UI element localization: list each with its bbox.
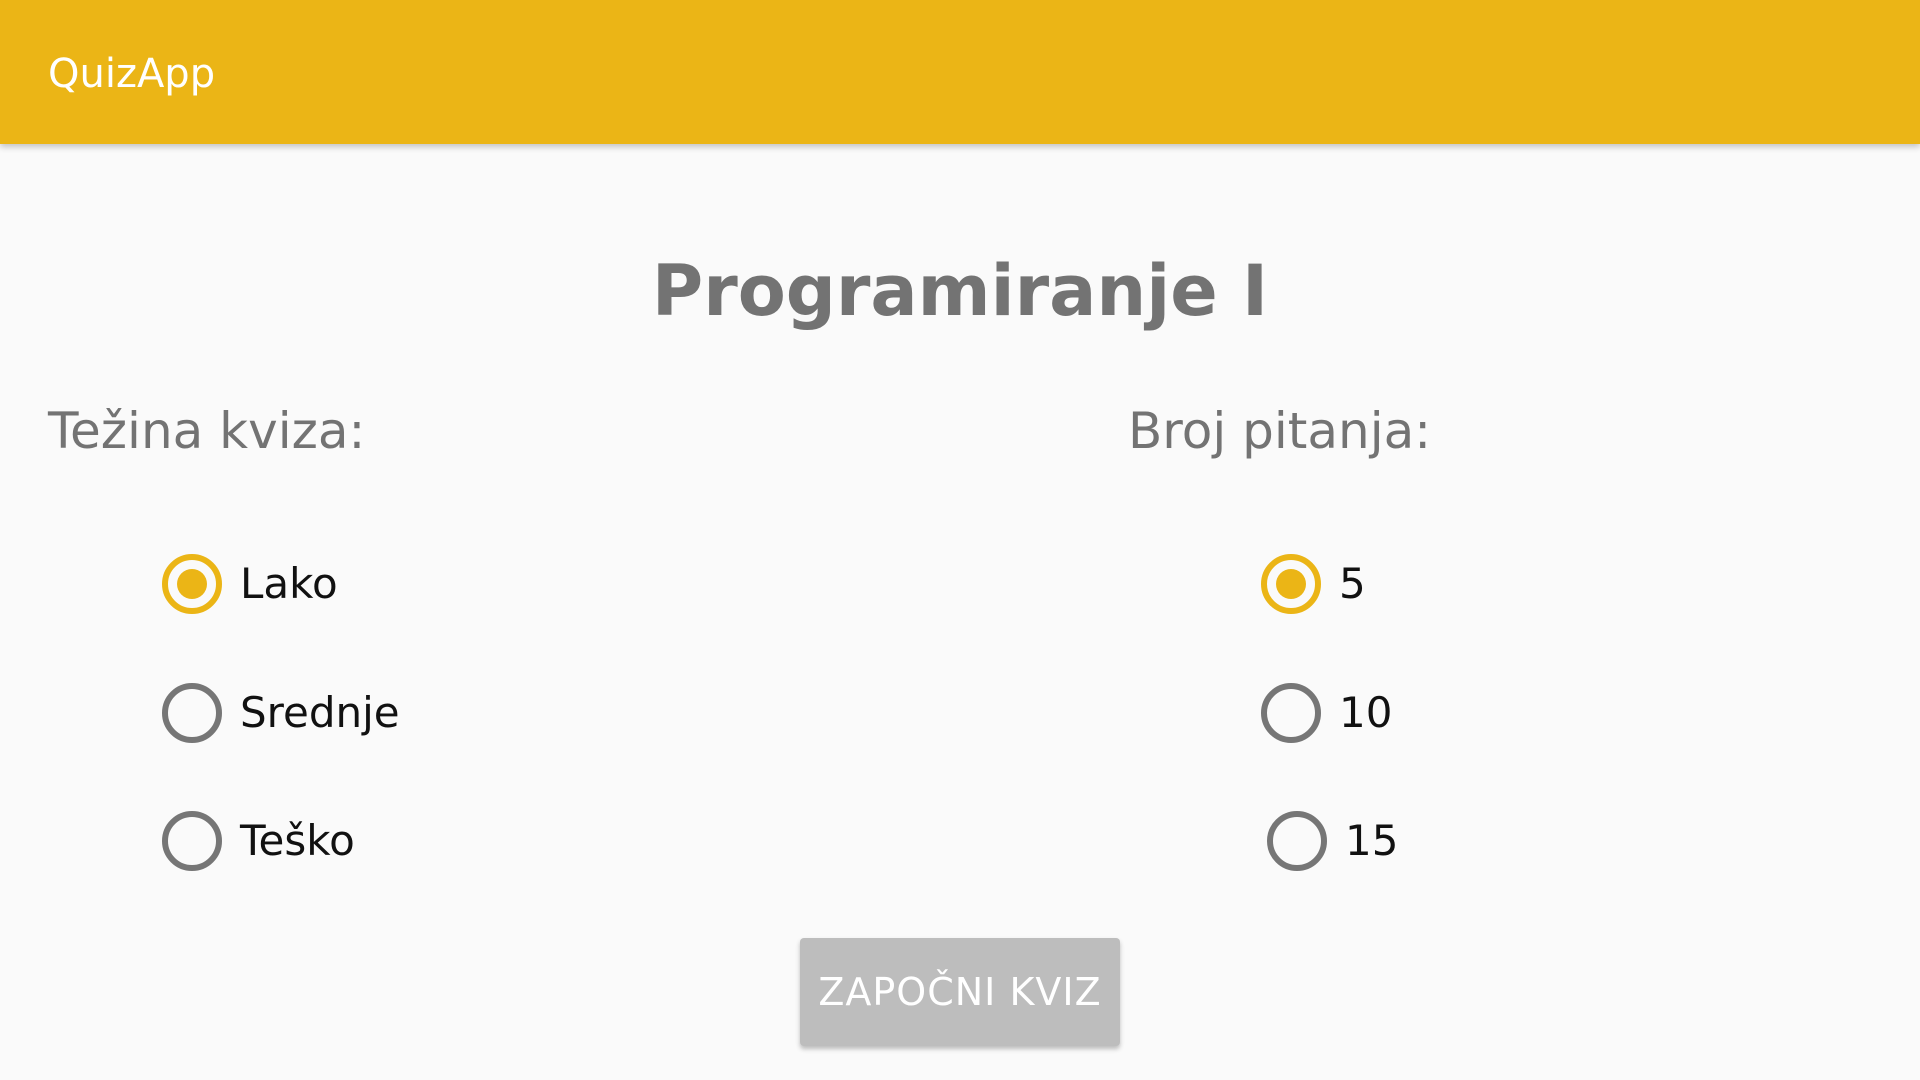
question-count-option-10[interactable]: 10 [1261, 681, 1392, 745]
question-count-option-15[interactable]: 15 [1267, 809, 1398, 873]
quiz-title: Programiranje I [651, 250, 1269, 332]
radio-selected-dot [1276, 569, 1306, 599]
radio-button-icon [1267, 811, 1327, 871]
radio-selected-dot [177, 569, 207, 599]
start-quiz-button[interactable]: ZAPOČNI KVIZ [800, 938, 1120, 1046]
question-count-label: Broj pitanja: [1128, 402, 1432, 460]
radio-label: 5 [1339, 559, 1366, 608]
difficulty-option-srednje[interactable]: Srednje [162, 681, 400, 745]
radio-label: Lako [240, 559, 338, 608]
radio-button-icon [162, 811, 222, 871]
difficulty-option-tesko[interactable]: Teško [162, 809, 355, 873]
app-title: QuizApp [48, 51, 216, 97]
difficulty-option-lako[interactable]: Lako [162, 552, 338, 616]
radio-label: Srednje [240, 688, 400, 737]
radio-label: 10 [1339, 688, 1393, 737]
radio-button-icon [1261, 554, 1321, 614]
app-bar: QuizApp [0, 0, 1920, 144]
radio-button-icon [162, 554, 222, 614]
radio-button-icon [1261, 683, 1321, 743]
main-content: Programiranje I Težina kviza: Broj pitan… [0, 144, 1920, 1080]
radio-label: Teško [240, 816, 355, 865]
difficulty-label: Težina kviza: [48, 402, 366, 460]
radio-label: 15 [1345, 816, 1399, 865]
radio-button-icon [162, 683, 222, 743]
question-count-option-5[interactable]: 5 [1261, 552, 1366, 616]
